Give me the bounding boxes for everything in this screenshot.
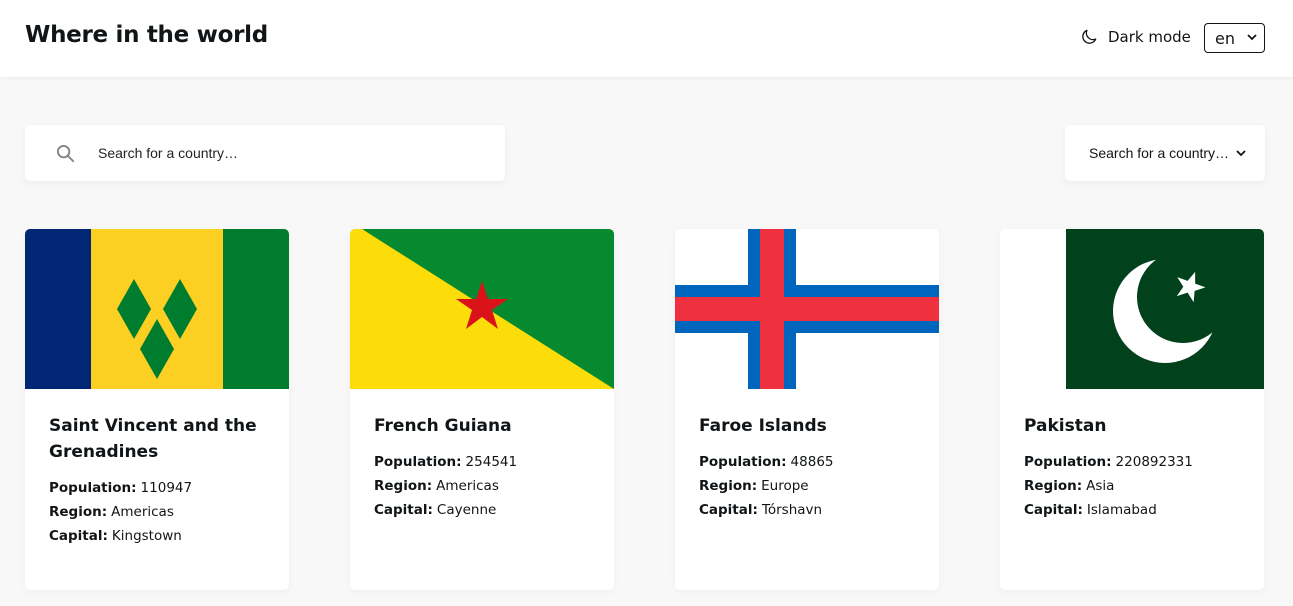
search-icon	[56, 144, 75, 163]
capital-value: Cayenne	[436, 502, 497, 518]
capital-value: Kingstown	[111, 528, 182, 544]
population-label: Population:	[49, 480, 137, 496]
population-row: Population: 254541	[374, 450, 590, 474]
population-label: Population:	[1024, 454, 1112, 470]
search-box	[25, 125, 505, 181]
capital-value: Tórshavn	[761, 502, 823, 518]
region-row: Region: Americas	[374, 474, 590, 498]
moon-icon	[1082, 29, 1097, 44]
capital-row: Capital: Cayenne	[374, 498, 590, 522]
region-value: Europe	[761, 478, 809, 494]
population-value: 48865	[790, 454, 834, 470]
region-filter-label: Search for a country…	[1089, 145, 1230, 161]
region-value: Americas	[111, 504, 174, 520]
flag-pakistan-image	[1000, 229, 1264, 389]
capital-label: Capital:	[49, 528, 108, 544]
language-value: en	[1215, 28, 1235, 48]
region-row: Region: Asia	[1024, 474, 1240, 498]
country-name: Faroe Islands	[699, 416, 827, 436]
population-value: 110947	[140, 480, 193, 496]
population-row: Population: 220892331	[1024, 450, 1240, 474]
app-title[interactable]: Where in the world	[25, 22, 268, 48]
region-label: Region:	[1024, 478, 1083, 494]
region-value: Americas	[436, 478, 499, 494]
country-name: French Guiana	[374, 416, 512, 436]
region-row: Region: Europe	[699, 474, 915, 498]
population-row: Population: 110947	[49, 476, 265, 500]
country-card[interactable]: Faroe Islands Population: 48865 Region: Eu…	[675, 229, 939, 590]
country-card[interactable]: Saint Vincent and the Grenadines Populat…	[25, 229, 289, 590]
capital-label: Capital:	[699, 502, 758, 518]
capital-value: Islamabad	[1086, 502, 1157, 518]
flag-saint-vincent-image	[25, 229, 289, 389]
app-header: Where in the world Dark mode en	[0, 0, 1293, 77]
country-name: Pakistan	[1024, 416, 1107, 436]
capital-row: Capital: Kingstown	[49, 524, 265, 548]
population-row: Population: 48865	[699, 450, 915, 474]
country-card[interactable]: French Guiana Population: 254541 Region: A…	[350, 229, 614, 590]
chevron-down-icon	[1236, 150, 1246, 157]
region-label: Region:	[49, 504, 108, 520]
capital-label: Capital:	[374, 502, 433, 518]
country-card[interactable]: Pakistan Population: 220892331 Region: Asi…	[1000, 229, 1264, 590]
population-label: Population:	[374, 454, 462, 470]
chevron-down-icon	[1247, 34, 1257, 41]
search-input[interactable]	[98, 141, 478, 165]
region-value: Asia	[1086, 478, 1115, 494]
country-name: Saint Vincent and the Grenadines	[49, 416, 257, 462]
population-label: Population:	[699, 454, 787, 470]
capital-row: Capital: Tórshavn	[699, 498, 915, 522]
flag-faroe-islands-image	[675, 229, 939, 389]
region-filter-dropdown[interactable]: Search for a country…	[1065, 125, 1265, 181]
flag-french-guiana-image	[350, 229, 614, 389]
region-row: Region: Americas	[49, 500, 265, 524]
language-select[interactable]: en	[1204, 23, 1265, 53]
population-value: 254541	[465, 454, 518, 470]
region-label: Region:	[374, 478, 433, 494]
dark-mode-label: Dark mode	[1108, 28, 1191, 46]
dark-mode-toggle[interactable]: Dark mode	[1079, 27, 1191, 47]
capital-label: Capital:	[1024, 502, 1083, 518]
capital-row: Capital: Islamabad	[1024, 498, 1240, 522]
region-label: Region:	[699, 478, 758, 494]
population-value: 220892331	[1115, 454, 1193, 470]
